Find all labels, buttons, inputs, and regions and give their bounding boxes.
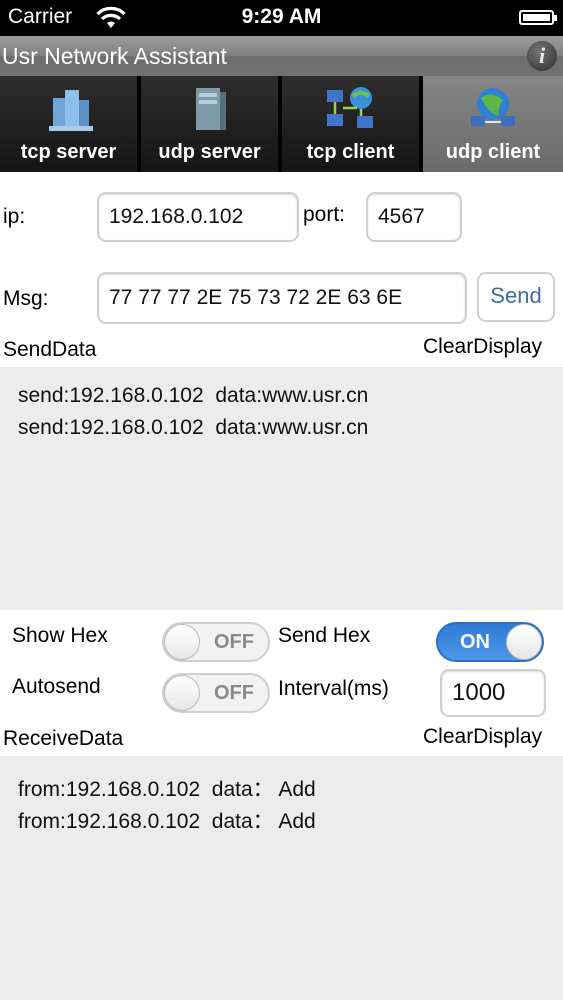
port-label: port: xyxy=(303,203,346,226)
message-field[interactable]: 77 77 77 2E 75 73 72 2E 63 6E xyxy=(97,272,467,324)
autosend-label: Autosend xyxy=(12,675,101,698)
tab-label: tcp server xyxy=(20,141,117,163)
interval-field[interactable]: 1000 xyxy=(440,669,546,717)
ip-label: ip: xyxy=(3,205,26,228)
send-data-title: SendData xyxy=(3,338,97,361)
switch-state: ON xyxy=(460,631,490,653)
clear-send-display-button[interactable]: ClearDisplay xyxy=(423,335,542,359)
switch-knob xyxy=(506,624,542,660)
receive-log[interactable]: from:192.168.0.102 data： Add from:192.16… xyxy=(0,756,563,1000)
globe-network-icon xyxy=(471,88,515,126)
network-computers-icon xyxy=(326,87,373,128)
tab-bar: tcp server udp server tcp client udp cli… xyxy=(0,76,563,172)
tab-label: udp server xyxy=(158,141,261,163)
switch-state: OFF xyxy=(214,682,254,704)
server-building-icon xyxy=(48,90,93,131)
app-title: Usr Network Assistant xyxy=(2,43,227,69)
switch-knob xyxy=(164,675,200,711)
show-hex-label: Show Hex xyxy=(12,624,108,647)
battery-icon xyxy=(519,10,557,25)
ip-field[interactable]: 192.168.0.102 xyxy=(97,192,299,242)
receive-data-title: ReceiveData xyxy=(3,727,124,750)
tab-tcp-client[interactable]: tcp client xyxy=(282,76,421,172)
port-field[interactable]: 4567 xyxy=(366,192,462,242)
send-hex-label: Send Hex xyxy=(278,624,371,647)
server-tower-icon xyxy=(195,88,226,130)
navigation-bar: Usr Network Assistant i xyxy=(0,36,563,76)
udp-client-panel: ip: 192.168.0.102 port: 4567 Msg: 77 77 … xyxy=(0,172,563,1000)
tab-tcp-server[interactable]: tcp server xyxy=(0,76,139,172)
send-hex-switch[interactable]: ON xyxy=(436,622,544,662)
send-log-line: send:192.168.0.102 data:www.usr.cn xyxy=(18,416,369,439)
receive-log-line: from:192.168.0.102 data： Add xyxy=(18,778,316,801)
send-log-line: send:192.168.0.102 data:www.usr.cn xyxy=(18,384,369,407)
interval-label: Interval(ms) xyxy=(278,677,389,700)
tab-label: tcp client xyxy=(306,141,395,163)
receive-log-line: from:192.168.0.102 data： Add xyxy=(18,810,316,833)
show-hex-switch[interactable]: OFF xyxy=(162,622,270,662)
clear-receive-display-button[interactable]: ClearDisplay xyxy=(423,725,542,749)
send-button[interactable]: Send xyxy=(477,272,555,322)
info-icon[interactable]: i xyxy=(527,41,557,71)
tab-label: udp client xyxy=(445,141,541,163)
status-bar: Carrier 9:29 AM xyxy=(0,0,563,36)
tab-udp-server[interactable]: udp server xyxy=(141,76,280,172)
send-log[interactable]: send:192.168.0.102 data:www.usr.cn send:… xyxy=(0,367,563,610)
msg-label: Msg: xyxy=(3,287,49,310)
clock-time: 9:29 AM xyxy=(241,5,322,28)
tab-udp-client[interactable]: udp client xyxy=(423,76,563,172)
switch-state: OFF xyxy=(214,631,254,653)
switch-knob xyxy=(164,624,200,660)
autosend-switch[interactable]: OFF xyxy=(162,673,270,713)
